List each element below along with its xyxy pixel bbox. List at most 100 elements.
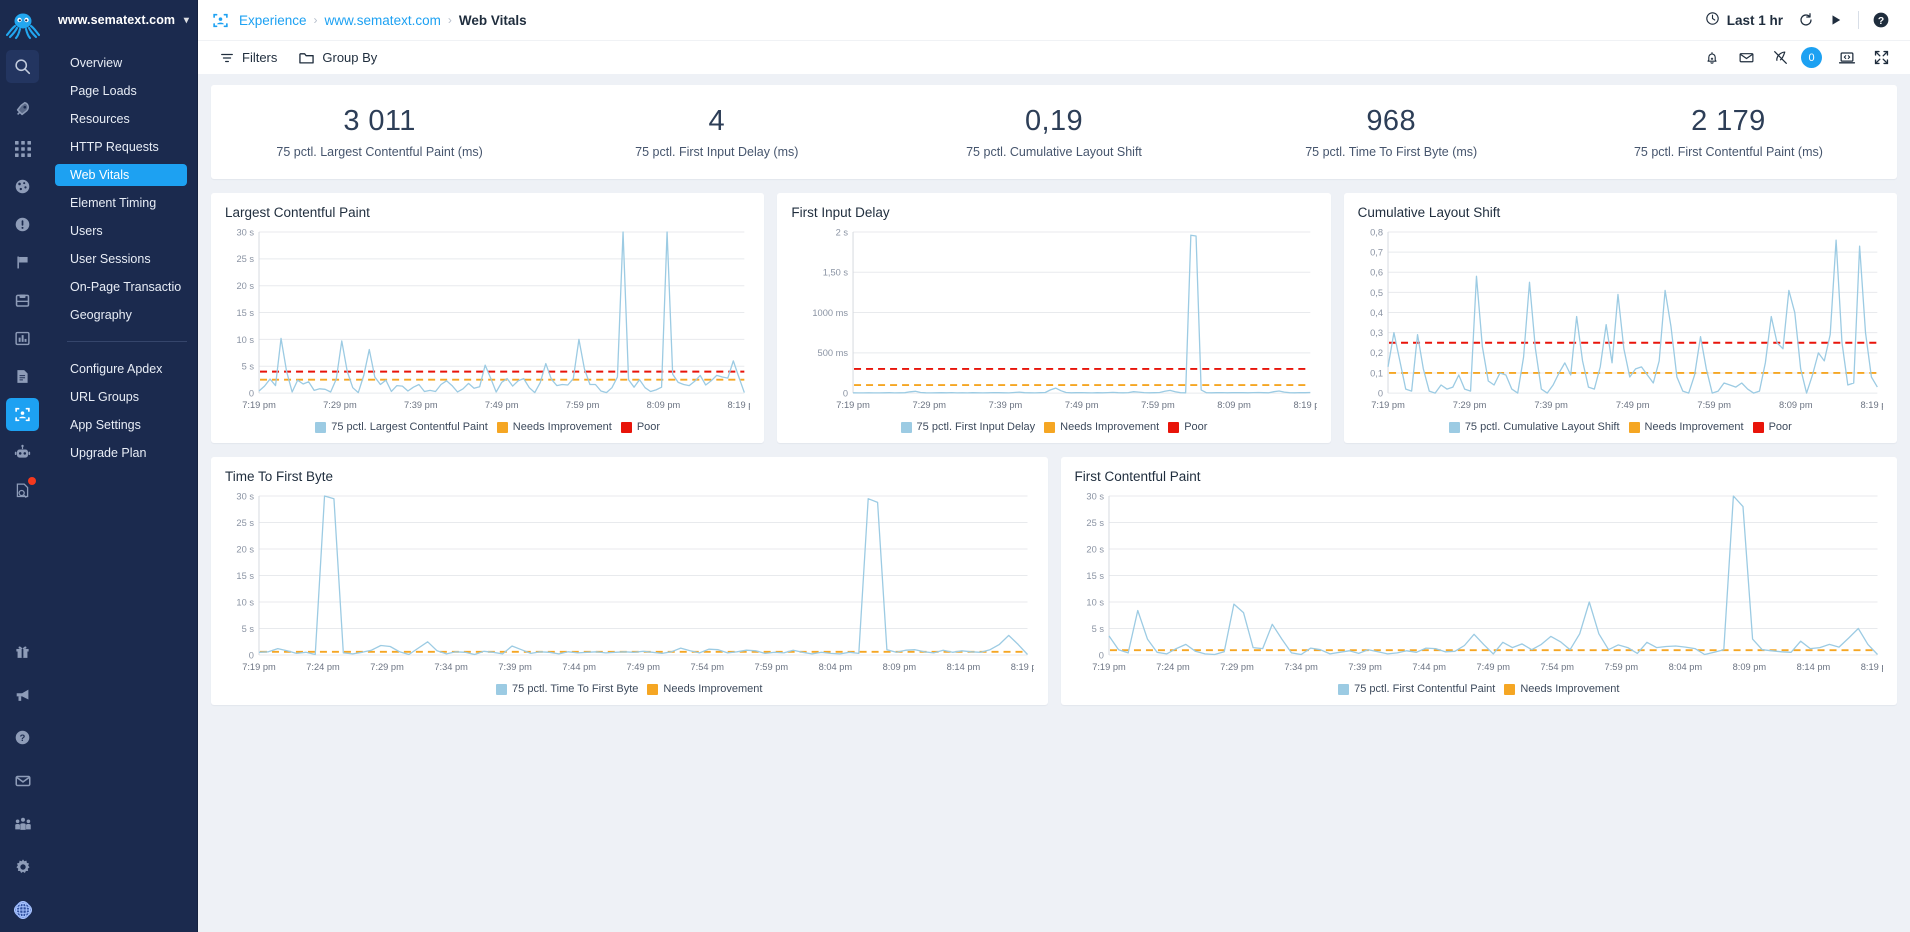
- chart-legend-ttfb: 75 pctl. Time To First Byte Needs Improve…: [225, 683, 1034, 697]
- svg-text:8:09 pm: 8:09 pm: [1732, 662, 1766, 672]
- document-icon[interactable]: [6, 360, 39, 393]
- kpi-value: 4: [708, 105, 726, 138]
- legend-item[interactable]: 75 pctl. Cumulative Layout Shift: [1448, 421, 1620, 433]
- svg-text:0,3: 0,3: [1370, 328, 1383, 338]
- megaphone-icon[interactable]: [6, 678, 39, 711]
- sidebar-item-page-loads[interactable]: Page Loads: [55, 80, 187, 102]
- log-search-icon[interactable]: [6, 474, 39, 507]
- sidebar-item-label: User Sessions: [70, 252, 151, 266]
- chart-plot-fid[interactable]: 0 500 ms 1000 ms 1,50 s 2 s 7:19 pm 7:29 pm 7:3…: [791, 224, 1317, 419]
- svg-text:0,6: 0,6: [1370, 268, 1383, 278]
- play-icon[interactable]: [1821, 5, 1851, 35]
- help-circle-icon[interactable]: ?: [1866, 5, 1896, 35]
- refresh-icon[interactable]: [1791, 5, 1821, 35]
- sidebar-item-configure-apdex[interactable]: Configure Apdex: [55, 358, 187, 380]
- svg-text:7:19 pm: 7:19 pm: [1371, 400, 1405, 410]
- svg-text:7:44 pm: 7:44 pm: [1412, 662, 1446, 672]
- breadcrumb-separator: ›: [447, 13, 452, 27]
- legend-item[interactable]: 75 pctl. First Contentful Paint: [1338, 683, 1495, 695]
- chart-plot-lcp[interactable]: 0 5 s 10 s 15 s 20 s 25 s 30 s 7:19 pm 7:29 pm 7:…: [225, 224, 750, 419]
- main-area: Experience › www.sematext.com › Web Vita…: [198, 0, 1910, 932]
- speedometer-icon[interactable]: [6, 170, 39, 203]
- laptop-code-icon[interactable]: [1832, 43, 1862, 73]
- rail-bottom-group: ?: [0, 634, 45, 926]
- svg-text:0,5: 0,5: [1370, 288, 1383, 298]
- gear-icon[interactable]: [6, 850, 39, 883]
- sidebar-item-upgrade-plan[interactable]: Upgrade Plan: [55, 442, 187, 464]
- flag-icon[interactable]: [6, 246, 39, 279]
- sidebar-item-users[interactable]: Users: [55, 220, 187, 242]
- octopus-logo-icon[interactable]: [4, 6, 42, 44]
- gift-icon[interactable]: [6, 635, 39, 668]
- svg-text:7:34 pm: 7:34 pm: [1284, 662, 1318, 672]
- legend-item[interactable]: Poor: [1168, 421, 1207, 433]
- svg-text:?: ?: [20, 733, 26, 743]
- group-by-button[interactable]: Group By: [299, 50, 377, 65]
- mute-alerts-icon[interactable]: [1765, 43, 1795, 73]
- svg-text:0: 0: [843, 388, 848, 398]
- apps-grid-icon[interactable]: [6, 132, 39, 165]
- fullscreen-icon[interactable]: [1866, 43, 1896, 73]
- legend-label: Needs Improvement: [512, 421, 612, 434]
- mail-icon[interactable]: [6, 764, 39, 797]
- search-icon[interactable]: [6, 50, 39, 83]
- kpi-value: 0,19: [1024, 105, 1084, 138]
- inbox-icon[interactable]: [6, 284, 39, 317]
- sidebar-item-web-vitals[interactable]: Web Vitals: [55, 164, 187, 186]
- legend-item[interactable]: 75 pctl. Largest Contentful Paint: [315, 421, 488, 433]
- legend-swatch: [1752, 421, 1764, 433]
- legend-item[interactable]: Poor: [1752, 421, 1792, 433]
- svg-text:5 s: 5 s: [1091, 624, 1104, 634]
- globe-icon[interactable]: [6, 893, 39, 926]
- rocket-icon[interactable]: [6, 92, 39, 125]
- svg-text:7:39 pm: 7:39 pm: [1534, 400, 1568, 410]
- sidebar-item-label: Resources: [70, 112, 130, 126]
- time-range-picker[interactable]: Last 1 hr: [1705, 11, 1783, 29]
- legend-item[interactable]: Needs Improvement: [1504, 683, 1619, 695]
- sidebar-item-geography[interactable]: Geography: [55, 304, 187, 326]
- legend-item[interactable]: Needs Improvement: [647, 683, 762, 695]
- legend-item[interactable]: 75 pctl. Time To First Byte: [496, 683, 638, 695]
- alert-circle-icon[interactable]: [6, 208, 39, 241]
- breadcrumb-site[interactable]: www.sematext.com: [325, 13, 441, 28]
- mail-icon[interactable]: [1731, 43, 1761, 73]
- sidebar-item-app-settings[interactable]: App Settings: [55, 414, 187, 436]
- status-badge[interactable]: 0: [1801, 47, 1822, 68]
- filters-button[interactable]: Filters: [220, 50, 277, 65]
- help-circle-icon[interactable]: ?: [6, 721, 39, 754]
- app-switcher[interactable]: www.sematext.com ▾: [45, 0, 197, 40]
- robot-icon[interactable]: [6, 436, 39, 469]
- experience-icon[interactable]: [6, 398, 39, 431]
- legend-label: Needs Improvement: [1520, 683, 1620, 695]
- chart-plot-ttfb[interactable]: 0 5 s 10 s 15 s 20 s 25 s 30 s 7:19 pm 7:24 pm 7:…: [225, 488, 1033, 681]
- legend-item[interactable]: Needs Improvement: [1044, 421, 1159, 433]
- chart-plot-cls[interactable]: 0 0,1 0,2 0,3 0,4 0,5 0,6 0,7 0,8 7:19 pm 7:29 pm 7…: [1358, 224, 1883, 419]
- chart-row-bottom: Time To First Byte 0 5 s 10 s 15 s 20 s 25 s 3…: [211, 457, 1897, 705]
- sidebar-item-element-timing[interactable]: Element Timing: [55, 192, 187, 214]
- sidebar-item-url-groups[interactable]: URL Groups: [55, 386, 187, 408]
- sidebar-item-label: HTTP Requests: [70, 140, 159, 154]
- svg-text:7:59 pm: 7:59 pm: [1604, 662, 1638, 672]
- sidebar-item-resources[interactable]: Resources: [55, 108, 187, 130]
- bar-chart-icon[interactable]: [6, 322, 39, 355]
- team-icon[interactable]: [6, 807, 39, 840]
- sidebar-item-http-requests[interactable]: HTTP Requests: [55, 136, 187, 158]
- sidebar-item-user-sessions[interactable]: User Sessions: [55, 248, 187, 270]
- legend-item[interactable]: Needs Improvement: [1628, 421, 1744, 433]
- legend-item[interactable]: Needs Improvement: [496, 421, 612, 434]
- chart-title: Largest Contentful Paint: [225, 205, 370, 220]
- legend-swatch: [496, 683, 508, 695]
- chart-plot-fcp[interactable]: 0 5 s 10 s 15 s 20 s 25 s 30 s 7:19 pm 7:24 pm 7:…: [1075, 488, 1883, 681]
- svg-text:20 s: 20 s: [236, 544, 254, 554]
- legend-label: Poor: [1184, 421, 1208, 434]
- legend-item[interactable]: Poor: [620, 421, 660, 433]
- chart-title: Cumulative Layout Shift: [1357, 205, 1501, 220]
- alert-bell-icon[interactable]: [1697, 43, 1727, 73]
- sidebar-item-on-page-transactions[interactable]: On-Page Transactio: [55, 276, 187, 298]
- svg-text:20 s: 20 s: [236, 281, 254, 291]
- sidebar-item-overview[interactable]: Overview: [55, 52, 187, 74]
- svg-text:1,50 s: 1,50 s: [823, 268, 849, 278]
- legend-item[interactable]: 75 pctl. First Input Delay: [900, 421, 1035, 433]
- svg-text:7:29 pm: 7:29 pm: [370, 662, 404, 672]
- breadcrumb-experience[interactable]: Experience: [239, 13, 307, 28]
